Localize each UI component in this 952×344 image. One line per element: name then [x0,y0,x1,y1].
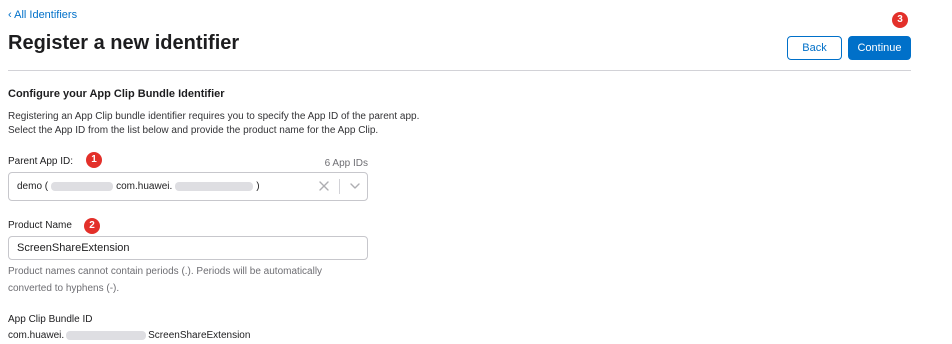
product-name-help-line2: converted to hyphens (-). [8,283,120,294]
app-id-count: 6 App IDs [324,158,368,169]
product-name-input[interactable] [8,236,368,260]
selected-app-name: demo ( [17,181,49,192]
product-name-label: Product Name [8,220,72,231]
parent-app-id-label: Parent App ID: [8,156,74,167]
header-divider [8,70,911,71]
app-clip-bundle-id-label: App Clip Bundle ID [8,314,93,325]
back-button[interactable]: Back [787,36,842,60]
continue-button[interactable]: Continue [848,36,911,60]
parent-app-id-selected-value: demo ( com.huawei. ) [17,173,260,200]
step-badge-1: 1 [86,152,102,168]
redacted-team-id [51,182,114,191]
section-description-line1: Registering an App Clip bundle identifie… [8,111,420,122]
bundle-id-suffix: ScreenShareExtension [148,330,251,341]
step-badge-3: 3 [892,12,908,28]
selected-bundle-prefix: com.huawei. [116,181,173,192]
redacted-bundle-middle [66,331,147,340]
all-identifiers-link[interactable]: ‹ All Identifiers [8,9,77,21]
product-name-help-line1: Product names cannot contain periods (.)… [8,266,323,277]
section-description-line2: Select the App ID from the list below an… [8,125,379,136]
selected-close-paren: ) [256,181,260,192]
page-title: Register a new identifier [8,32,240,54]
chevron-down-icon[interactable] [349,181,361,191]
redacted-bundle-suffix [175,182,254,191]
section-title: Configure your App Clip Bundle Identifie… [8,88,225,100]
select-separator [339,179,340,194]
bundle-id-prefix: com.huawei. [8,330,65,341]
close-icon[interactable] [318,180,330,192]
parent-app-id-select[interactable]: demo ( com.huawei. ) [8,172,368,201]
app-clip-bundle-id-value: com.huawei. ScreenShareExtension [8,330,250,341]
step-badge-2: 2 [84,218,100,234]
